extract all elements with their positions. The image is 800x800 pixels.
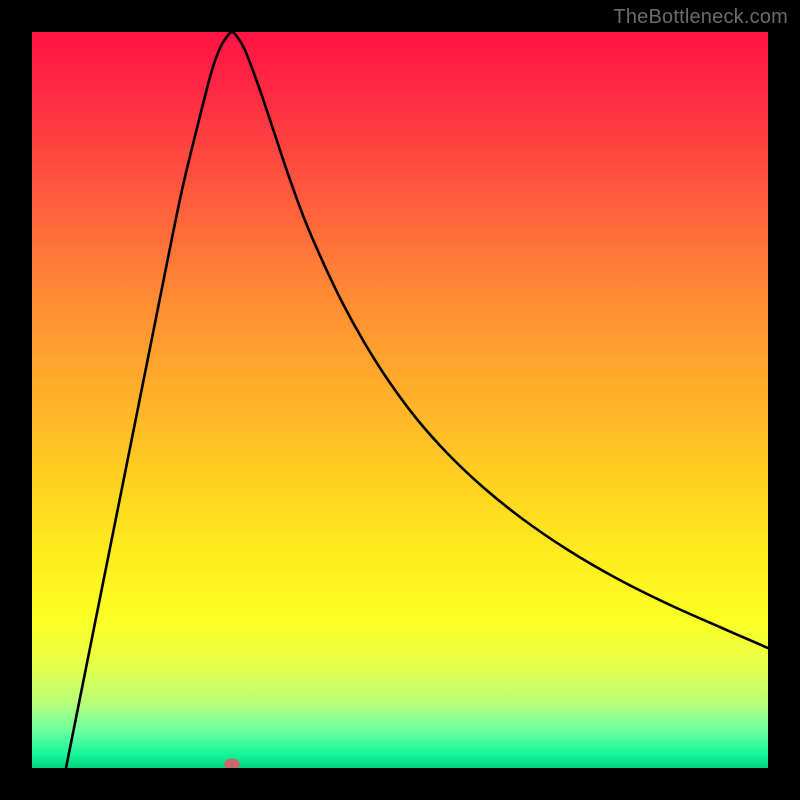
curve-svg [32,32,768,768]
chart-frame: TheBottleneck.com [0,0,800,800]
plot-area [32,32,768,768]
watermark-label: TheBottleneck.com [613,6,788,29]
min-marker [224,759,240,769]
bottleneck-curve [64,32,768,768]
